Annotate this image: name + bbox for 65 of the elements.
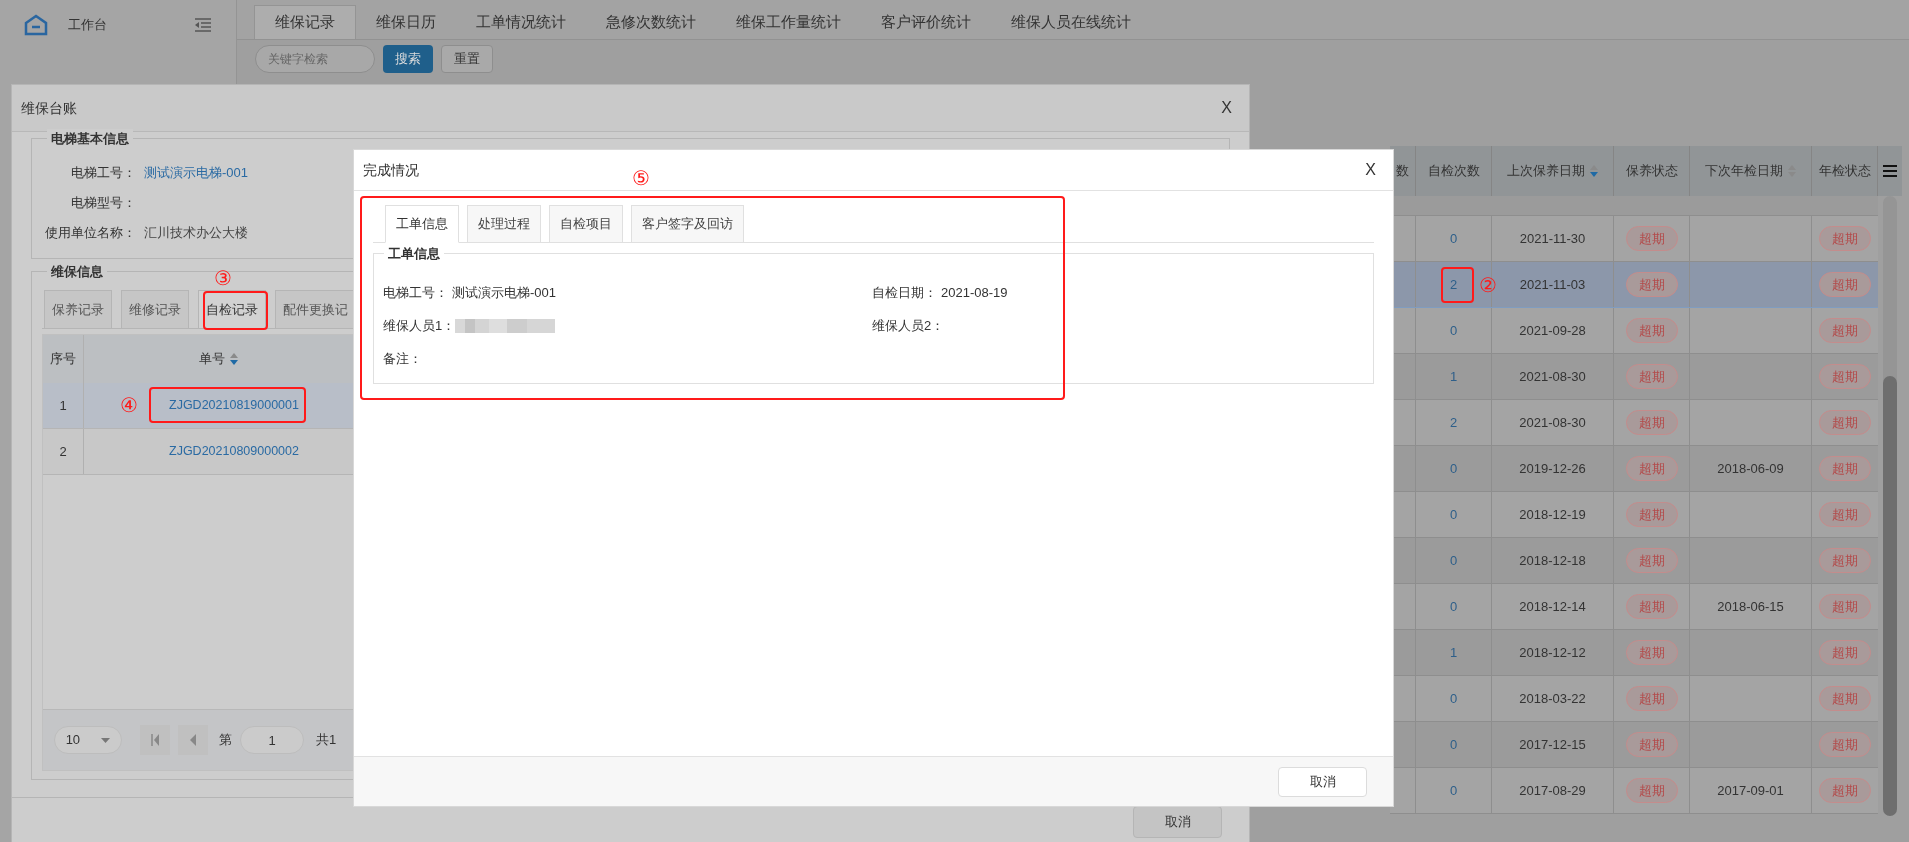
table-cell-text: 2021-09-28	[1519, 321, 1586, 340]
column-header: 单号	[199, 350, 225, 369]
table-cell-text: 2018-06-15	[1717, 597, 1784, 616]
field-label: 自检日期：	[872, 284, 937, 303]
table-cell-text: 2021-08-30	[1519, 367, 1586, 386]
field-label: 维保人员1：	[383, 317, 456, 336]
status-badge: 超期	[1625, 639, 1678, 666]
column-header: 序号	[50, 350, 76, 369]
status-badge: 超期	[1819, 639, 1871, 666]
field-value: 2021-08-19	[941, 284, 1008, 303]
status-badge: 超期	[1819, 593, 1871, 620]
status-badge: 超期	[1625, 271, 1678, 298]
table-cell-text: 2021-08-30	[1519, 413, 1586, 432]
status-badge: 超期	[1819, 409, 1871, 436]
status-badge: 超期	[1625, 501, 1678, 528]
status-badge: 超期	[1625, 731, 1678, 758]
table-cell-text: 2017-08-29	[1519, 781, 1586, 800]
status-badge: 超期	[1819, 501, 1871, 528]
table-cell-text: 2021-11-03	[1519, 275, 1586, 294]
status-badge: 超期	[1819, 777, 1871, 804]
table-cell-text: 2	[59, 442, 67, 461]
status-badge: 超期	[1625, 409, 1678, 436]
table-cell-text: 2018-12-18	[1519, 551, 1586, 570]
field-label: 电梯型号：	[70, 193, 136, 212]
field-label: 电梯工号：	[70, 163, 136, 182]
status-badge: 超期	[1625, 455, 1678, 482]
status-badge: 超期	[1625, 777, 1678, 804]
status-badge: 超期	[1819, 455, 1871, 482]
field-label: 使用单位名称：	[44, 223, 136, 242]
table-cell-text: 2018-12-12	[1519, 643, 1586, 662]
table-cell-text: 2018-06-09	[1717, 459, 1784, 478]
table-cell-text: 1	[59, 396, 67, 415]
table-cell-text: 2019-12-26	[1519, 459, 1586, 478]
status-badge: 超期	[1819, 225, 1871, 252]
status-badge: 超期	[1625, 547, 1678, 574]
status-badge: 超期	[1625, 593, 1678, 620]
status-badge: 超期	[1819, 271, 1871, 298]
table-cell-text: 2018-12-19	[1519, 505, 1586, 524]
status-badge: 超期	[1625, 225, 1678, 252]
annotation-number: ⑤	[632, 166, 650, 190]
field-value: 汇川技术办公大楼	[144, 223, 248, 242]
field-label: 维保人员2：	[872, 317, 945, 336]
status-badge: 超期	[1819, 547, 1871, 574]
annotation-number: ②	[1479, 273, 1497, 297]
field-label: 备注：	[383, 350, 422, 369]
total-pages: 共1	[316, 731, 337, 750]
status-badge: 超期	[1819, 685, 1871, 712]
status-badge: 超期	[1625, 363, 1678, 390]
dialog-title: 完成情况	[363, 160, 419, 180]
annotation-number: ③	[214, 266, 232, 290]
table-cell-text: 2021-11-30	[1519, 229, 1586, 248]
field-value: 测试演示电梯-001	[452, 284, 557, 303]
field-label: 电梯工号：	[383, 284, 448, 303]
dialog-title: 维保台账	[21, 98, 77, 118]
status-badge: 超期	[1819, 363, 1871, 390]
status-badge: 超期	[1819, 731, 1871, 758]
status-badge: 超期	[1625, 685, 1678, 712]
annotation-number: ④	[120, 393, 138, 417]
table-cell-text: 2018-12-14	[1519, 597, 1586, 616]
status-badge: 超期	[1819, 317, 1871, 344]
table-cell-text: 2017-12-15	[1519, 735, 1586, 754]
page-label: 第	[219, 731, 232, 750]
table-cell-text: 2017-09-01	[1717, 781, 1784, 800]
table-cell-text: 2018-03-22	[1519, 689, 1586, 708]
status-badge: 超期	[1625, 317, 1678, 344]
